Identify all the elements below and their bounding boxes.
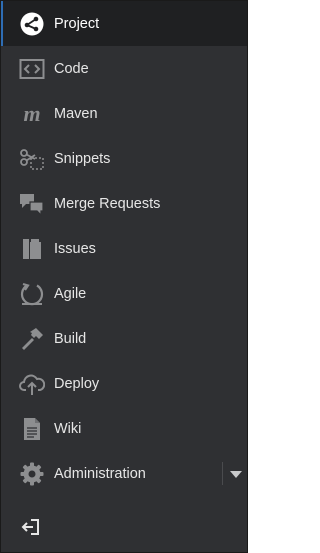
active-indicator — [1, 1, 3, 46]
nav-label-deploy: Deploy — [54, 375, 100, 392]
merge-requests-icon — [19, 191, 45, 217]
nav-item-agile[interactable]: Agile — [1, 271, 247, 316]
build-icon — [19, 326, 45, 352]
sidebar: Project Code m Maven Snippets Merge Requ… — [0, 0, 248, 553]
gear-icon — [19, 461, 45, 487]
nav-label-maven: Maven — [54, 105, 98, 122]
issues-icon — [19, 236, 45, 262]
nav-item-administration[interactable]: Administration — [1, 451, 247, 496]
nav-item-merge-requests[interactable]: Merge Requests — [1, 181, 247, 226]
maven-icon: m — [19, 101, 45, 127]
nav-label-agile: Agile — [54, 285, 87, 302]
snippets-icon — [19, 146, 45, 172]
sign-out-icon — [19, 519, 43, 541]
wiki-icon — [19, 416, 45, 442]
nav-item-project[interactable]: Project — [1, 1, 247, 46]
nav-item-code[interactable]: Code — [1, 46, 247, 91]
nav-label-administration: Administration — [54, 465, 146, 482]
nav-label-project: Project — [54, 15, 100, 32]
agile-icon — [19, 281, 45, 307]
nav-label-merge-requests: Merge Requests — [54, 195, 161, 212]
caret-down-icon — [229, 465, 242, 483]
nav-item-wiki[interactable]: Wiki — [1, 406, 247, 451]
nav-item-issues[interactable]: Issues — [1, 226, 247, 271]
nav-item-maven[interactable]: m Maven — [1, 91, 247, 136]
nav-label-wiki: Wiki — [54, 420, 82, 437]
nav-label-snippets: Snippets — [54, 150, 111, 167]
nav-label-code: Code — [54, 60, 89, 77]
code-icon — [19, 56, 45, 82]
dropdown-divider — [222, 462, 223, 485]
deploy-icon — [19, 371, 45, 397]
nav-label-issues: Issues — [54, 240, 96, 257]
project-icon — [19, 11, 45, 37]
nav-label-build: Build — [54, 330, 87, 347]
svg-text:m: m — [23, 101, 40, 126]
nav-item-build[interactable]: Build — [1, 316, 247, 361]
administration-dropdown-toggle[interactable] — [224, 462, 247, 485]
nav-item-deploy[interactable]: Deploy — [1, 361, 247, 406]
sign-out-button[interactable] — [19, 517, 43, 537]
nav-item-snippets[interactable]: Snippets — [1, 136, 247, 181]
